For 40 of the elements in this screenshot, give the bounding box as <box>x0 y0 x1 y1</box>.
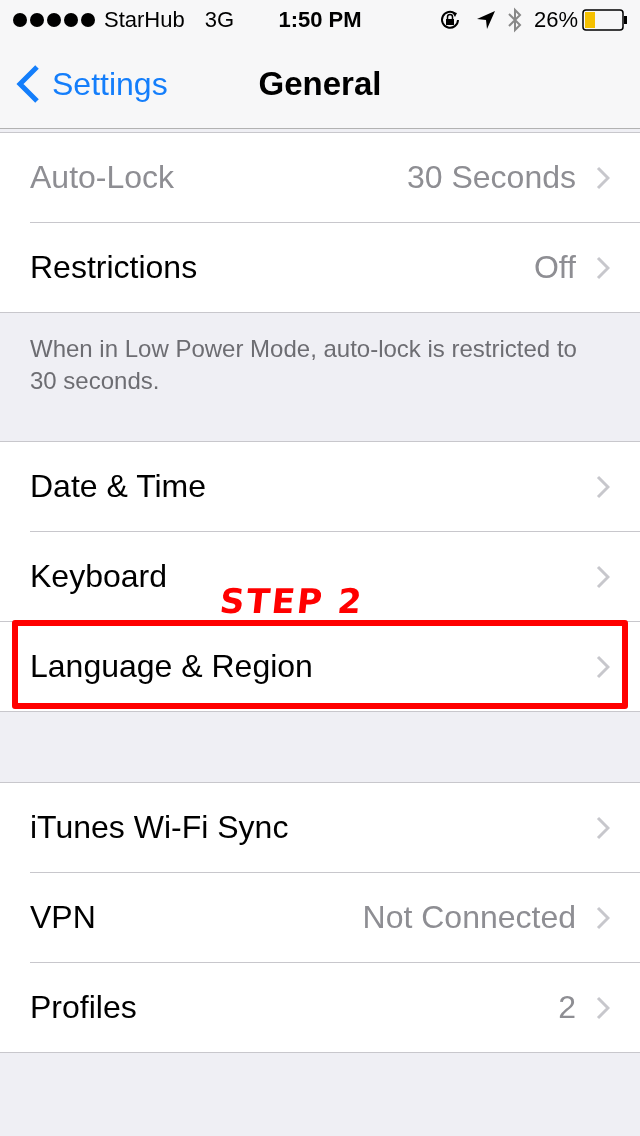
chevron-icon <box>596 165 610 190</box>
settings-row[interactable]: Profiles 2 <box>30 962 640 1052</box>
settings-row[interactable]: Language & Region <box>0 621 640 711</box>
chevron-icon <box>596 564 610 589</box>
row-label: VPN <box>30 899 97 936</box>
chevron-icon <box>596 815 610 840</box>
settings-row[interactable]: Keyboard STEP 2 <box>30 531 640 621</box>
chevron-icon <box>596 905 610 930</box>
row-value: Off <box>533 249 576 286</box>
row-label: Language & Region <box>30 648 314 685</box>
network-type: 3G <box>204 7 235 33</box>
location-arrow-icon <box>475 10 496 30</box>
chevron-icon <box>596 654 610 679</box>
settings-row[interactable]: VPN Not Connected <box>30 872 640 962</box>
row-label: Date & Time <box>30 468 208 505</box>
chevron-icon <box>596 995 610 1020</box>
bluetooth-icon <box>507 7 522 33</box>
back-chevron-icon <box>16 64 40 104</box>
row-value: Not Connected <box>362 899 576 936</box>
row-label: Restrictions <box>30 249 199 286</box>
clock-time: 1:50 PM <box>278 7 362 33</box>
back-button[interactable]: Settings <box>16 64 168 104</box>
battery-icon <box>582 9 628 31</box>
chevron-icon <box>596 255 610 280</box>
chevron-icon <box>596 474 610 499</box>
battery-percent: 26% <box>533 7 578 33</box>
step-annotation: STEP 2 <box>217 581 366 621</box>
row-label: iTunes Wi-Fi Sync <box>30 809 290 846</box>
row-label: Keyboard <box>30 558 168 595</box>
page-title: General <box>258 65 382 103</box>
settings-row[interactable]: Restrictions Off <box>30 222 640 312</box>
group-footer-note: When in Low Power Mode, auto-lock is restricted to 30 seconds. <box>29 334 578 396</box>
settings-row[interactable]: Date & Time <box>30 442 640 531</box>
row-value: 30 Seconds <box>407 159 576 196</box>
row-label: Auto-Lock <box>30 159 176 196</box>
row-label: Profiles <box>30 989 138 1026</box>
row-value: 2 <box>558 989 576 1026</box>
settings-row[interactable]: iTunes Wi-Fi Sync <box>30 783 640 872</box>
carrier-name: StarHub <box>104 7 185 33</box>
signal-icon <box>12 12 98 28</box>
